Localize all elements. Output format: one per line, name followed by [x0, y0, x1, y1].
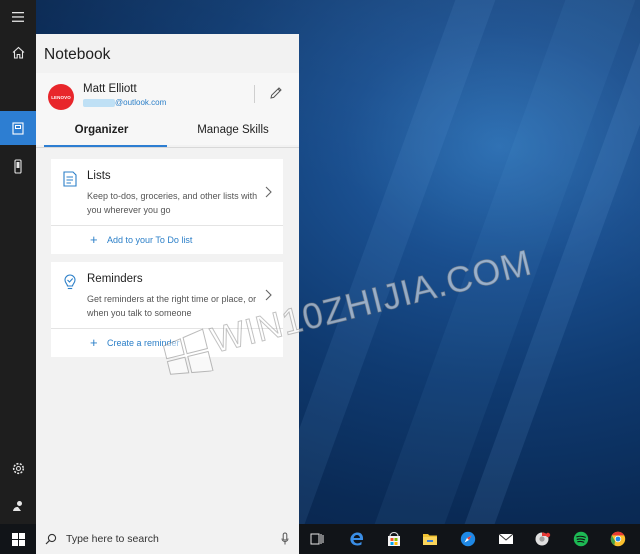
safari-icon	[460, 531, 476, 547]
chrome-button[interactable]	[608, 529, 628, 549]
chrome-canary-icon	[535, 532, 551, 546]
card-description: Get reminders at the right time or place…	[87, 294, 257, 318]
page-title: Notebook	[44, 46, 111, 63]
task-view-button[interactable]	[307, 529, 327, 549]
card-description: Keep to-dos, groceries, and other lists …	[87, 191, 258, 215]
edge-button[interactable]	[347, 529, 367, 549]
list-icon	[63, 171, 77, 187]
lists-card-header[interactable]: Lists Keep to-dos, groceries, and other …	[51, 159, 283, 225]
search-icon	[45, 533, 57, 545]
reminders-card-header[interactable]: Reminders Get reminders at the right tim…	[51, 262, 283, 328]
plus-icon: +	[90, 232, 98, 247]
chevron-right-icon	[265, 186, 272, 198]
pencil-icon	[270, 87, 282, 99]
settings-button[interactable]	[0, 451, 36, 485]
tab-manage-skills[interactable]: Manage Skills	[167, 124, 299, 146]
card-title: Reminders	[87, 273, 143, 285]
home-icon	[12, 46, 24, 59]
search-input[interactable]: Type here to search	[66, 533, 159, 545]
divider	[254, 85, 255, 103]
plus-icon: +	[90, 335, 98, 350]
chrome-icon	[610, 531, 626, 547]
mail-icon	[498, 533, 514, 544]
tab-label: Manage Skills	[197, 124, 269, 136]
task-view-icon	[310, 533, 324, 545]
action-label: Add to your To Do list	[107, 235, 193, 245]
file-explorer-button[interactable]	[420, 529, 440, 549]
edit-profile-button[interactable]	[268, 85, 284, 101]
notebook-icon	[12, 121, 24, 135]
edge-icon	[350, 532, 364, 546]
email-redaction	[83, 99, 115, 107]
taskbar: Type here to search	[0, 524, 640, 554]
devices-icon	[14, 158, 22, 174]
avatar[interactable]: LENOVO	[48, 84, 74, 110]
add-to-do-list-button[interactable]: + Add to your To Do list	[51, 226, 283, 254]
store-icon	[388, 532, 400, 546]
tab-label: Organizer	[74, 124, 129, 136]
store-button[interactable]	[384, 529, 404, 549]
hamburger-menu-button[interactable]	[0, 0, 36, 34]
feedback-icon	[13, 501, 22, 511]
action-label: Create a reminder	[107, 338, 180, 348]
safari-button[interactable]	[458, 529, 478, 549]
card-title: Lists	[87, 170, 111, 182]
avatar-label: LENOVO	[51, 94, 71, 100]
cortana-nav-rail	[0, 12, 36, 524]
user-email: @outlook.com	[115, 98, 167, 107]
notebook-button[interactable]	[0, 111, 36, 145]
notebook-panel: Notebook LENOVO Matt Elliott @outlook.co…	[36, 34, 299, 524]
microphone-icon[interactable]	[281, 532, 289, 546]
tab-organizer[interactable]: Organizer	[36, 124, 167, 146]
home-button[interactable]	[0, 35, 36, 69]
settings-icon	[12, 462, 24, 474]
file-explorer-icon	[423, 534, 437, 545]
taskbar-search-box[interactable]: Type here to search	[36, 524, 299, 554]
reminders-card: Reminders Get reminders at the right tim…	[51, 262, 283, 357]
windows-logo-icon	[11, 532, 25, 546]
create-reminder-button[interactable]: + Create a reminder	[51, 329, 283, 357]
start-button[interactable]	[0, 524, 36, 554]
feedback-button[interactable]	[0, 489, 36, 523]
chevron-right-icon	[265, 289, 272, 301]
chrome-canary-button[interactable]	[533, 529, 553, 549]
mail-button[interactable]	[496, 529, 516, 549]
lists-card: Lists Keep to-dos, groceries, and other …	[51, 159, 283, 254]
devices-button[interactable]	[0, 149, 36, 183]
spotify-icon	[573, 531, 589, 547]
tab-divider	[36, 147, 299, 148]
spotify-button[interactable]	[571, 529, 591, 549]
reminder-icon	[64, 274, 76, 290]
user-name: Matt Elliott	[83, 83, 137, 95]
hamburger-icon	[12, 12, 24, 22]
